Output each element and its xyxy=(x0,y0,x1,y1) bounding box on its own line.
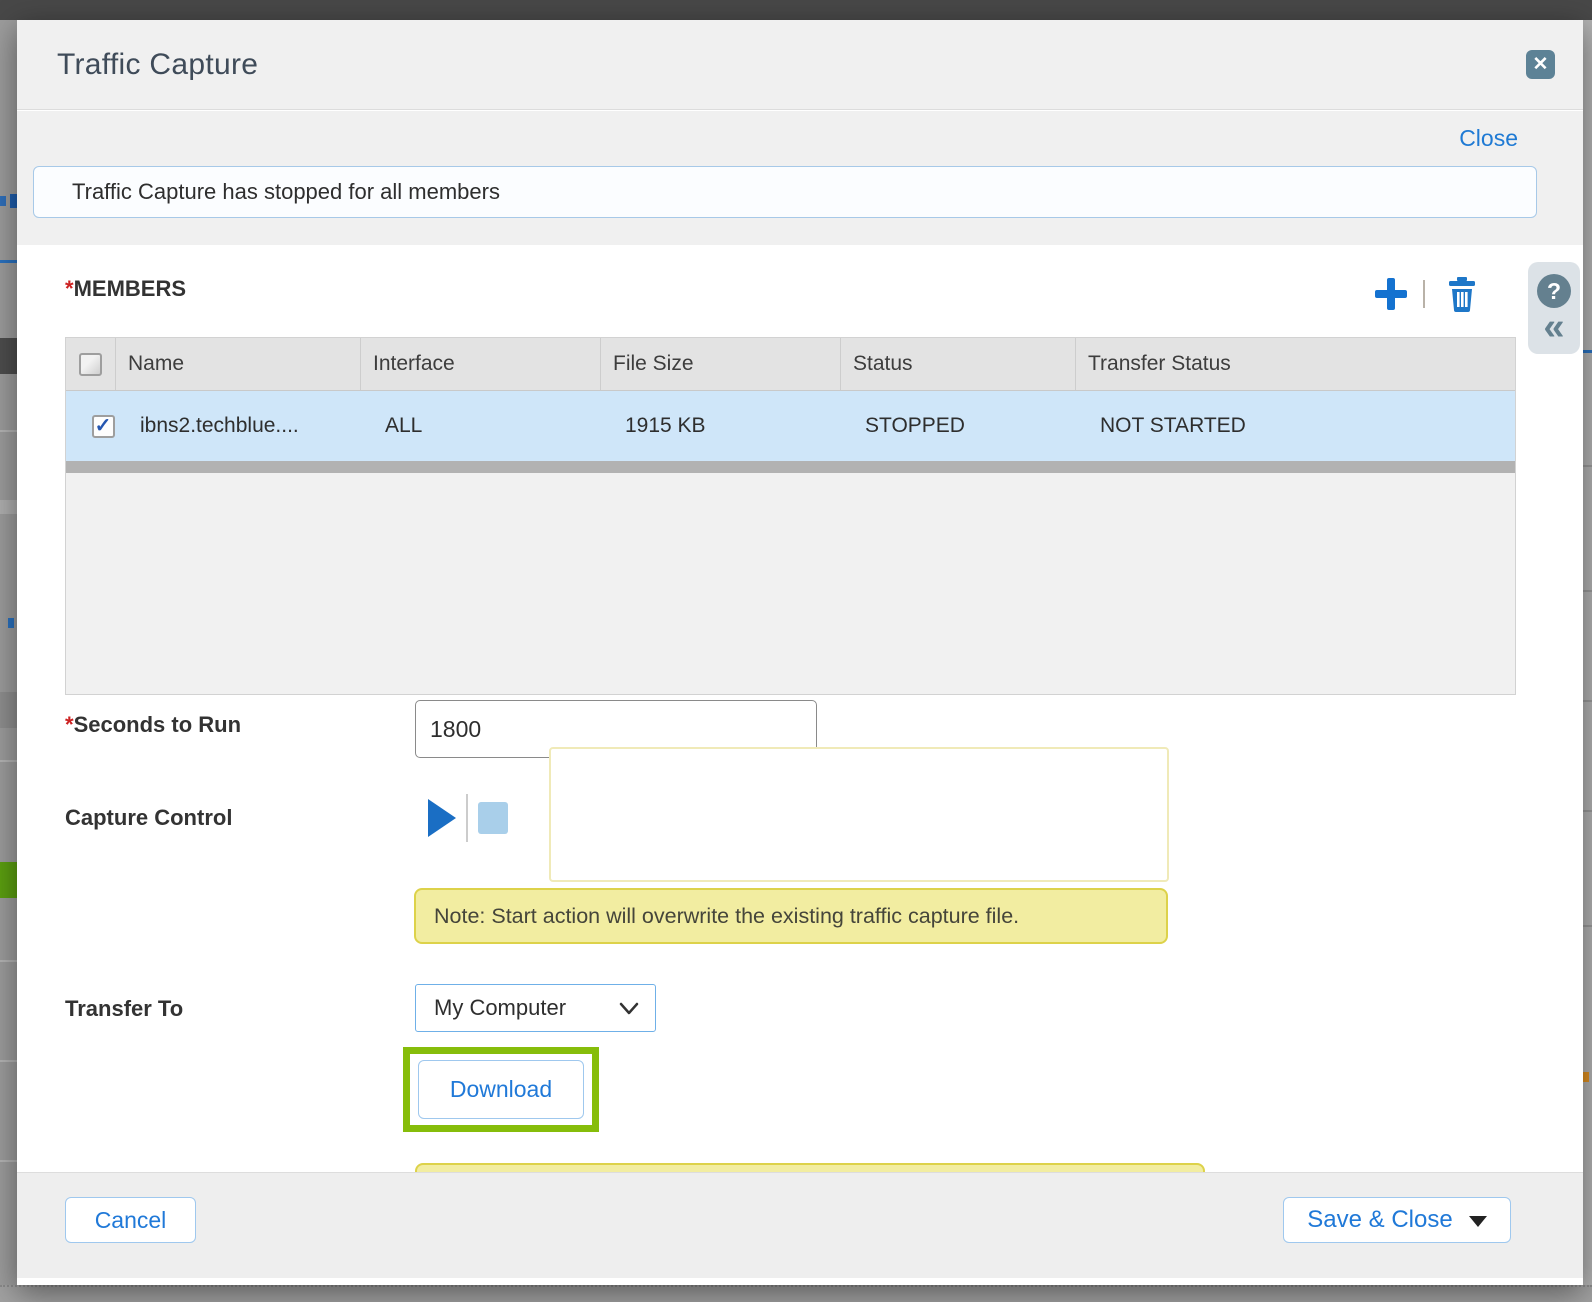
seconds-to-run-label-text: Seconds to Run xyxy=(74,712,241,738)
question-glyph: ? xyxy=(1547,278,1561,305)
background-fragment xyxy=(1583,1072,1589,1082)
toolbar-divider xyxy=(1423,280,1425,308)
background-page-left-edge xyxy=(0,20,17,1302)
background-fragment xyxy=(1583,350,1592,353)
background-fragment xyxy=(0,960,17,962)
select-all-cell xyxy=(66,338,116,390)
download-button[interactable]: Download xyxy=(418,1060,584,1119)
help-icon[interactable]: ? xyxy=(1537,274,1571,308)
column-header-transfer-status[interactable]: Transfer Status xyxy=(1076,338,1515,390)
cancel-button-label: Cancel xyxy=(95,1207,167,1234)
background-fragment xyxy=(0,338,17,374)
table-header-row: Name Interface File Size Status Transfer… xyxy=(66,338,1515,391)
background-fragment xyxy=(10,194,17,208)
members-label-text: MEMBERS xyxy=(74,276,186,301)
column-header-interface[interactable]: Interface xyxy=(361,338,601,390)
background-fragment xyxy=(8,618,14,628)
row-checkbox-cell: ✓ xyxy=(66,391,116,461)
overwrite-note: Note: Start action will overwrite the ex… xyxy=(414,888,1168,944)
row-interface: ALL xyxy=(361,391,601,461)
capture-control-label-text: Capture Control xyxy=(65,805,232,831)
seconds-to-run-label: *Seconds to Run xyxy=(65,700,241,750)
column-header-file-size[interactable]: File Size xyxy=(601,338,841,390)
side-help-panel: ? « xyxy=(1528,262,1580,354)
row-file-size: 1915 KB xyxy=(601,391,841,461)
background-fragment xyxy=(0,862,17,898)
background-page-right-edge xyxy=(1583,20,1592,1302)
transfer-to-label: Transfer To xyxy=(65,984,183,1034)
required-asterisk: * xyxy=(65,712,74,738)
status-banner: Traffic Capture has stopped for all memb… xyxy=(33,166,1537,218)
background-fragment xyxy=(0,760,17,762)
status-banner-text: Traffic Capture has stopped for all memb… xyxy=(72,179,500,205)
row-name: ibns2.techblue.... xyxy=(116,391,361,461)
row-checkbox[interactable]: ✓ xyxy=(92,415,115,438)
background-fragment xyxy=(0,260,17,263)
dialog-title: Traffic Capture xyxy=(57,48,258,82)
required-asterisk: * xyxy=(65,276,74,301)
start-capture-icon[interactable] xyxy=(428,799,456,837)
close-x-glyph: ✕ xyxy=(1533,53,1549,76)
control-divider xyxy=(466,794,468,842)
overwrite-note-text: Note: Start action will overwrite the ex… xyxy=(434,904,1019,929)
background-fragment xyxy=(1583,925,1592,927)
row-status: STOPPED xyxy=(841,391,1076,461)
table-row[interactable]: ✓ ibns2.techblue.... ALL 1915 KB STOPPED… xyxy=(66,391,1515,461)
background-fragment xyxy=(1583,700,1592,702)
download-highlight-outline: Download xyxy=(403,1047,599,1132)
caret-down-icon xyxy=(1469,1216,1487,1227)
dialog-header: Traffic Capture xyxy=(17,20,1583,110)
close-icon[interactable]: ✕ xyxy=(1526,50,1555,79)
background-top-bar xyxy=(0,0,1592,20)
close-link[interactable]: Close xyxy=(1459,125,1518,152)
background-fragment xyxy=(0,430,17,432)
background-fragment xyxy=(1583,590,1592,592)
background-page-bottom xyxy=(0,1285,1592,1302)
select-all-checkbox[interactable] xyxy=(79,353,102,376)
download-button-label: Download xyxy=(450,1076,552,1103)
members-table: Name Interface File Size Status Transfer… xyxy=(65,337,1516,695)
capture-control-group xyxy=(428,793,508,843)
dialog-message-band: Close Traffic Capture has stopped for al… xyxy=(17,111,1583,245)
row-transfer-status: NOT STARTED xyxy=(1076,391,1515,461)
background-fragment xyxy=(1583,810,1592,812)
table-horizontal-scrollbar[interactable] xyxy=(66,461,1515,473)
delete-member-icon[interactable] xyxy=(1445,276,1479,312)
background-fragment xyxy=(0,196,6,206)
background-fragment xyxy=(0,1160,17,1162)
background-fragment xyxy=(1583,465,1592,467)
capture-control-label: Capture Control xyxy=(65,793,232,843)
members-section-label: *MEMBERS xyxy=(65,276,186,302)
background-fragment xyxy=(0,692,17,728)
transfer-to-label-text: Transfer To xyxy=(65,996,183,1022)
validation-hint-box xyxy=(549,747,1169,882)
save-and-close-label: Save & Close xyxy=(1307,1206,1452,1234)
dialog-footer: Cancel Save & Close xyxy=(17,1172,1583,1278)
transfer-to-select[interactable]: My Computer xyxy=(415,984,656,1032)
column-header-status[interactable]: Status xyxy=(841,338,1076,390)
cancel-button[interactable]: Cancel xyxy=(65,1197,196,1243)
background-fragment xyxy=(0,1060,17,1062)
collapse-chevrons-icon[interactable]: « xyxy=(1543,312,1564,342)
save-and-close-button[interactable]: Save & Close xyxy=(1283,1197,1511,1243)
chevron-down-icon xyxy=(619,1002,639,1015)
add-member-icon[interactable] xyxy=(1375,278,1407,310)
checkmark-icon: ✓ xyxy=(95,416,112,436)
background-fragment xyxy=(0,500,17,514)
stop-capture-icon[interactable] xyxy=(478,802,508,834)
column-header-name[interactable]: Name xyxy=(116,338,361,390)
traffic-capture-dialog: Traffic Capture ✕ Close Traffic Capture … xyxy=(17,20,1583,1285)
transfer-to-value: My Computer xyxy=(434,995,566,1021)
